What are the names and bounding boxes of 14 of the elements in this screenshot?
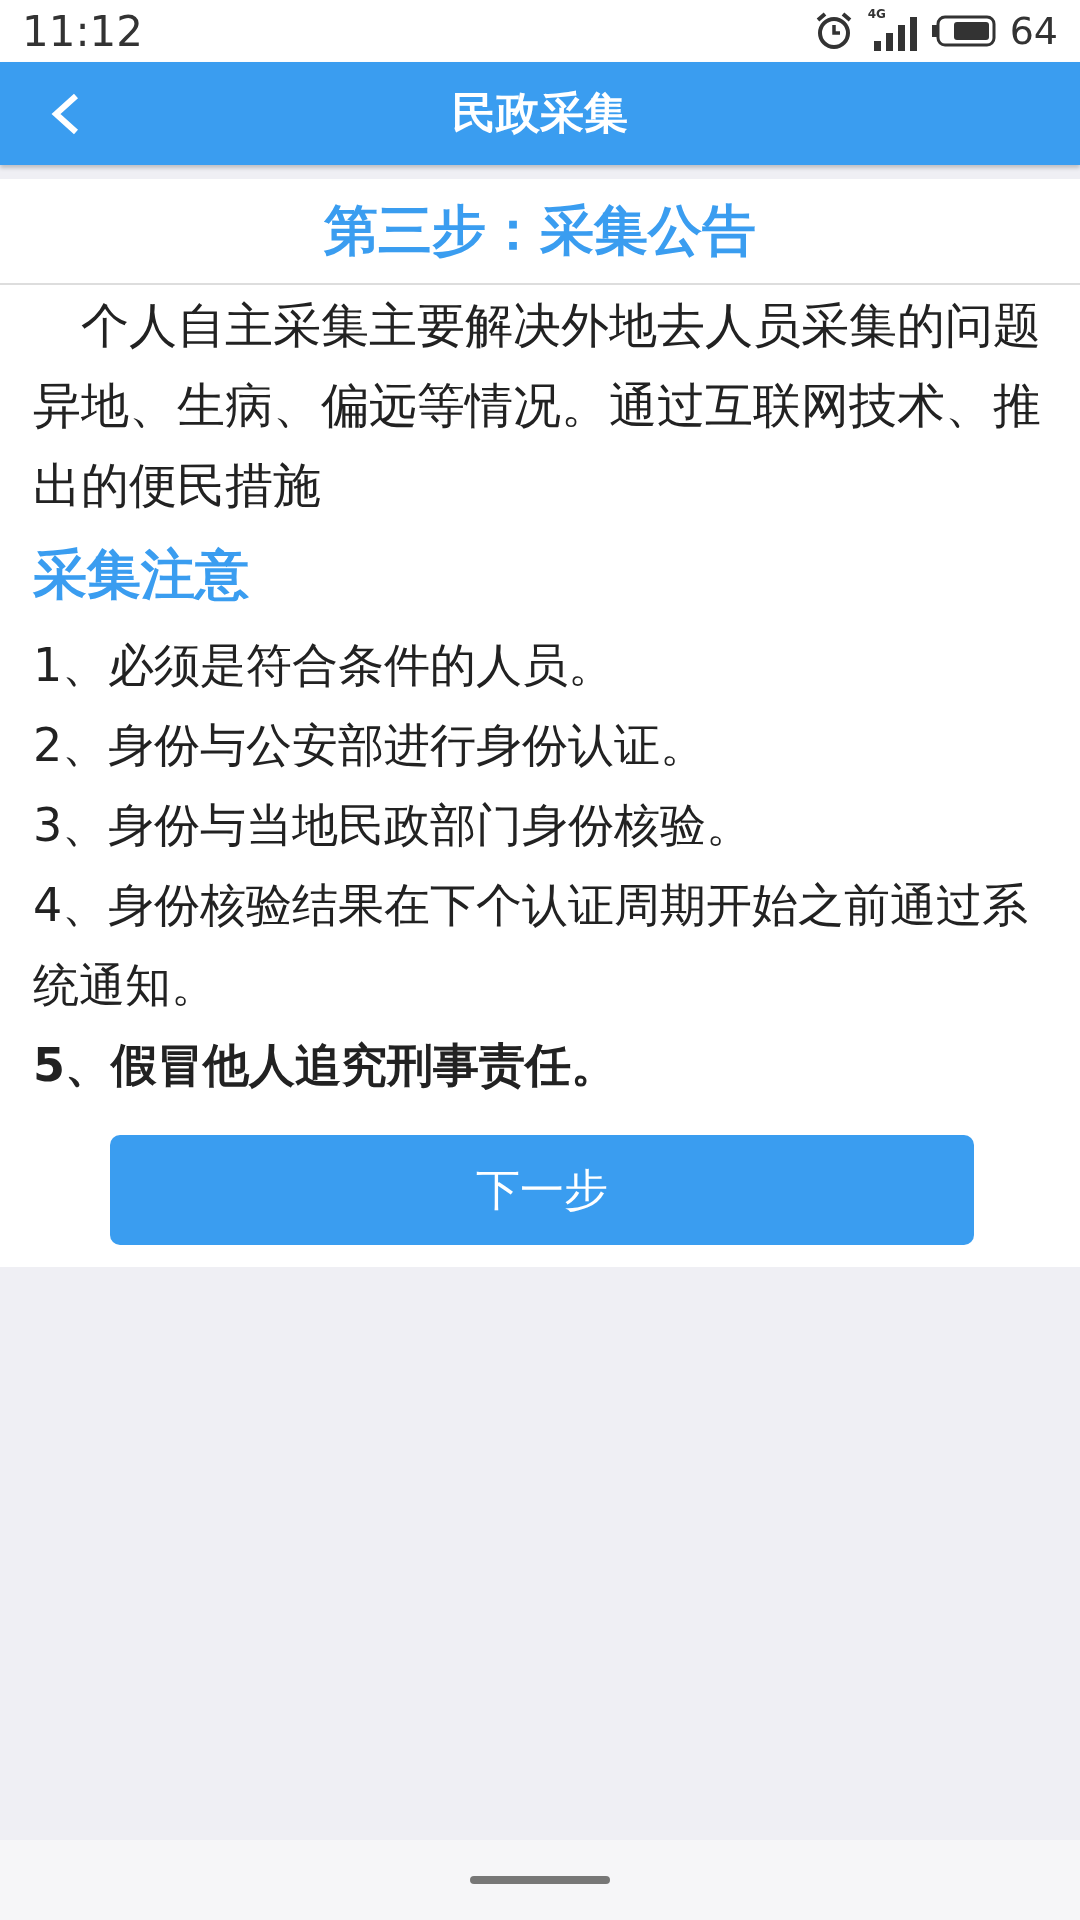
status-time: 11:12 xyxy=(22,6,144,56)
battery-icon xyxy=(931,15,996,47)
note-item: 4、身份核验结果在下个认证周期开始之前通过系统通知。 xyxy=(33,877,1030,1014)
note-item: 1、必须是符合条件的人员。 xyxy=(33,637,616,694)
intro-paragraph: 个人自主采集主要解决外地去人员采集的问题异地、生病、偏远等情况。通过互联网技术、推出的便民措施 xyxy=(33,296,1042,515)
note-item: 5、假冒他人追究刑事责任。 xyxy=(33,1037,618,1094)
step-title: 第三步：采集公告 xyxy=(0,179,1080,285)
battery-level: 64 xyxy=(1009,9,1058,53)
note-item: 2、身份与公安部进行身份认证。 xyxy=(33,717,708,774)
header-title: 民政采集 xyxy=(452,86,628,140)
next-button[interactable]: 下一步 xyxy=(109,1135,974,1245)
notes-heading: 采集注意 xyxy=(33,542,250,608)
back-icon[interactable] xyxy=(50,92,80,136)
note-item: 3、身份与当地民政部门身份核验。 xyxy=(33,797,754,854)
